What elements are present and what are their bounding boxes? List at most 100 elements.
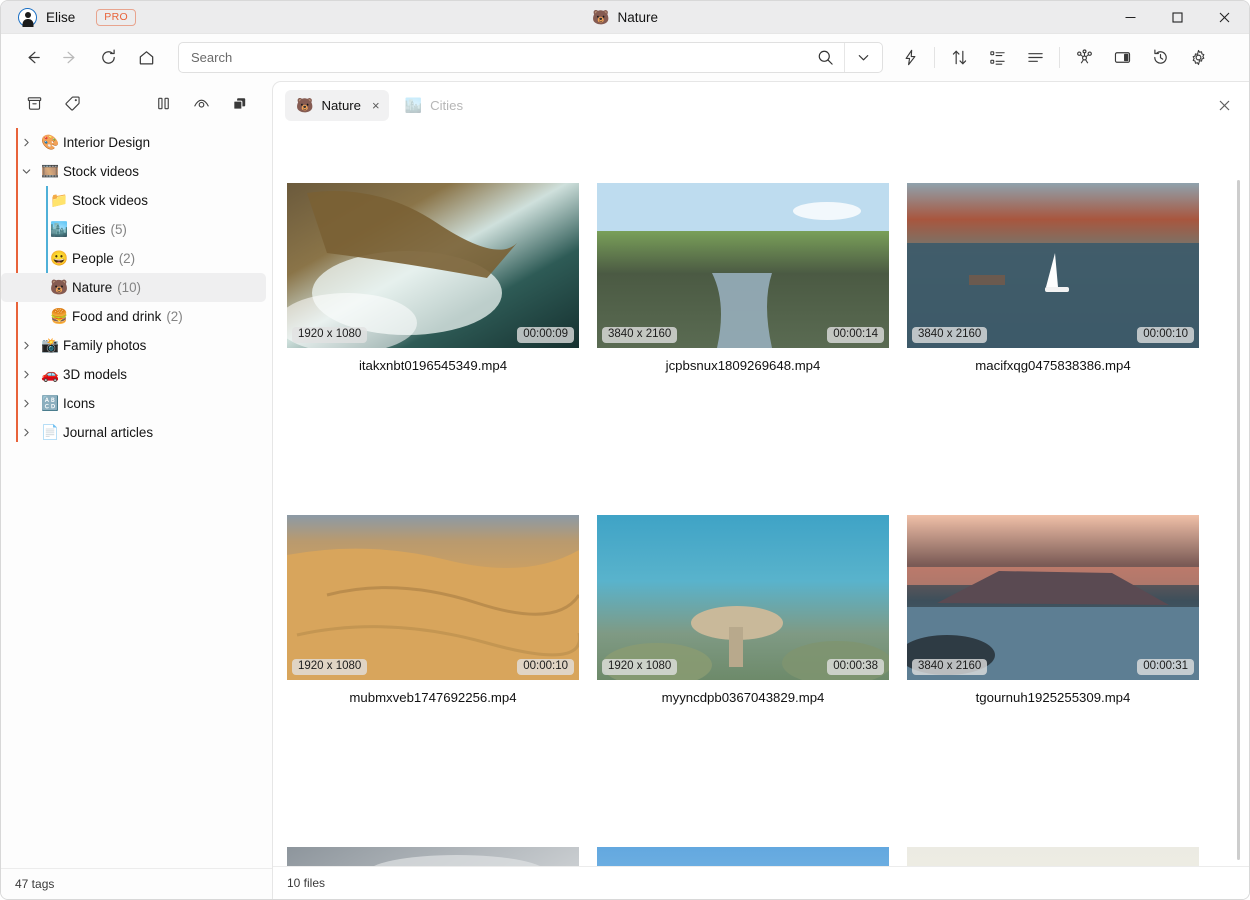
tree-node-list: 🎨 Interior Design 🎞️ Stock videos 📁 Stock vid… — [1, 128, 272, 447]
sidebar-item-count: (2) — [166, 309, 183, 324]
chevron-down-icon[interactable] — [15, 157, 37, 186]
file-thumbnail[interactable] — [597, 847, 889, 866]
sidebar-item-emoji: 🔠 — [40, 396, 60, 412]
file-card[interactable]: 3840 x 2160 00:00:10 macifxqg0475838386.mp… — [907, 183, 1199, 373]
list-view-icon[interactable] — [978, 42, 1016, 74]
sidebar-item-nature[interactable]: 🐻 Nature (10) — [1, 273, 266, 302]
back-arrow-icon[interactable] — [13, 42, 51, 74]
history-clock-icon[interactable] — [1141, 42, 1179, 74]
chevron-right-icon[interactable] — [15, 360, 37, 389]
panel-close-icon[interactable] — [1207, 88, 1241, 122]
file-card[interactable]: 1920 x 1080 00:00:09 itakxnbt0196545349.mp… — [287, 183, 579, 373]
sidebar-item-stock-videos[interactable]: 🎞️ Stock videos — [1, 157, 266, 186]
maximize-button[interactable] — [1154, 1, 1201, 33]
file-card[interactable] — [597, 847, 889, 866]
tab-close-icon[interactable]: × — [372, 98, 380, 113]
sidebar-item-icons[interactable]: 🔠 Icons — [1, 389, 266, 418]
sidebar-item-label: Cities — [72, 222, 106, 237]
sort-arrows-icon[interactable] — [940, 42, 978, 74]
file-thumbnail[interactable] — [907, 847, 1199, 866]
pause-columns-icon[interactable] — [144, 88, 182, 118]
content-panel: 🐻 Nature × 🏙️ Cities 1920 x 1080 00:00:09 itak… — [272, 81, 1249, 899]
file-thumbnail[interactable]: 1920 x 1080 00:00:09 — [287, 183, 579, 348]
thumbnail-duration-badge: 00:00:10 — [1137, 326, 1194, 343]
sidebar-toolbar — [1, 81, 272, 125]
file-thumbnail[interactable]: 1920 x 1080 00:00:38 — [597, 515, 889, 680]
account-area[interactable]: Elise PRO — [1, 7, 136, 27]
sidebar-item-label: Nature — [72, 280, 113, 295]
thumbnail-dimensions-badge: 1920 x 1080 — [292, 658, 368, 675]
window-title: 🐻 Nature — [1, 1, 1249, 33]
search-input[interactable] — [179, 50, 806, 65]
forward-arrow-icon[interactable] — [51, 42, 89, 74]
sidebar-item-emoji: 🚗 — [40, 367, 60, 383]
search-bar[interactable] — [178, 42, 883, 73]
file-name: jcpbsnux1809269648.mp4 — [665, 358, 821, 373]
content-status: 10 files — [273, 866, 1249, 899]
file-thumbnail[interactable]: 3840 x 2160 00:00:10 — [907, 183, 1199, 348]
home-icon[interactable] — [127, 42, 165, 74]
sidebar-item-3d-models[interactable]: 🚗 3D models — [1, 360, 266, 389]
eye-icon[interactable] — [182, 88, 220, 118]
sidebar-item-emoji: 📁 — [49, 193, 69, 209]
sidebar-item-label: Food and drink — [72, 309, 162, 324]
user-name: Elise — [46, 9, 76, 25]
thumbnail-duration-badge: 00:00:14 — [827, 326, 884, 343]
tab-cities[interactable]: 🏙️ Cities — [394, 90, 472, 121]
file-card[interactable] — [287, 847, 579, 866]
thumbnail-duration-badge: 00:00:38 — [827, 658, 884, 675]
app-window: Elise PRO 🐻 Nature Search 🎨 Interior Des… — [0, 0, 1250, 900]
file-thumbnail[interactable]: 3840 x 2160 00:00:14 — [597, 183, 889, 348]
gear-icon[interactable] — [1179, 42, 1217, 74]
file-grid-area: 1920 x 1080 00:00:09 itakxnbt0196545349.mp… — [273, 128, 1249, 866]
tag-icon[interactable] — [53, 88, 91, 118]
search-icon[interactable] — [806, 43, 844, 72]
file-card[interactable]: 3840 x 2160 00:00:14 jcpbsnux1809269648.mp… — [597, 183, 889, 373]
minimize-button[interactable] — [1107, 1, 1154, 33]
tab-bar: 🐻 Nature × 🏙️ Cities — [273, 82, 1249, 128]
tab-nature[interactable]: 🐻 Nature × — [285, 89, 389, 121]
window-title-text: Nature — [617, 9, 658, 25]
file-name: macifxqg0475838386.mp4 — [975, 358, 1131, 373]
chevron-right-icon[interactable] — [15, 389, 37, 418]
file-card[interactable]: 1920 x 1080 00:00:38 myyncdpb0367043829.mp… — [597, 515, 889, 705]
sidebar-item-interior-design[interactable]: 🎨 Interior Design — [1, 128, 266, 157]
sidebar-item-label: People — [72, 251, 114, 266]
thumbnail-dimensions-badge: 3840 x 2160 — [912, 326, 988, 343]
content-scrollbar[interactable] — [1237, 180, 1240, 860]
sidebar-item-emoji: 🎞️ — [40, 164, 60, 180]
file-thumbnail[interactable]: 1920 x 1080 00:00:10 — [287, 515, 579, 680]
split-panel-icon[interactable] — [1103, 42, 1141, 74]
sidebar-item-family-photos[interactable]: 📸 Family photos — [1, 331, 266, 360]
sidebar-item-cities[interactable]: 🏙️ Cities (5) — [1, 215, 266, 244]
close-button[interactable] — [1201, 1, 1248, 33]
layers-stack-icon[interactable] — [220, 88, 258, 118]
sidebar: 🎨 Interior Design 🎞️ Stock videos 📁 Stock vid… — [1, 81, 272, 899]
thumbnail-dimensions-badge: 1920 x 1080 — [292, 326, 368, 343]
sidebar-item-emoji: 🐻 — [49, 280, 69, 296]
chevron-right-icon[interactable] — [15, 418, 37, 447]
file-thumbnail[interactable]: 3840 x 2160 00:00:31 — [907, 515, 1199, 680]
sidebar-item-journal-articles[interactable]: 📄 Journal articles — [1, 418, 266, 447]
chevron-right-icon[interactable] — [15, 128, 37, 157]
search-dropdown-chevron-down-icon[interactable] — [844, 43, 882, 72]
archive-box-icon[interactable] — [15, 88, 53, 118]
sidebar-item-stock-videos[interactable]: 📁 Stock videos — [1, 186, 266, 215]
thumbnail-dimensions-badge: 3840 x 2160 — [912, 658, 988, 675]
sidebar-item-label: 3D models — [63, 367, 128, 382]
file-card[interactable] — [907, 847, 1199, 866]
sidebar-item-label: Icons — [63, 396, 96, 411]
toolbar-divider-1 — [934, 47, 935, 68]
reload-icon[interactable] — [89, 42, 127, 74]
toolbar-divider-2 — [1059, 47, 1060, 68]
sidebar-item-people[interactable]: 😀 People (2) — [1, 244, 266, 273]
file-card[interactable]: 1920 x 1080 00:00:10 mubmxveb1747692256.mp… — [287, 515, 579, 705]
file-card[interactable]: 3840 x 2160 00:00:31 tgournuh1925255309.mp… — [907, 515, 1199, 705]
lightning-bolt-icon[interactable] — [891, 42, 929, 74]
graph-nodes-icon[interactable] — [1065, 42, 1103, 74]
sidebar-item-food-and-drink[interactable]: 🍔 Food and drink (2) — [1, 302, 266, 331]
chevron-right-icon[interactable] — [15, 331, 37, 360]
file-thumbnail[interactable] — [287, 847, 579, 866]
window-controls — [1107, 1, 1249, 33]
details-lines-icon[interactable] — [1016, 42, 1054, 74]
